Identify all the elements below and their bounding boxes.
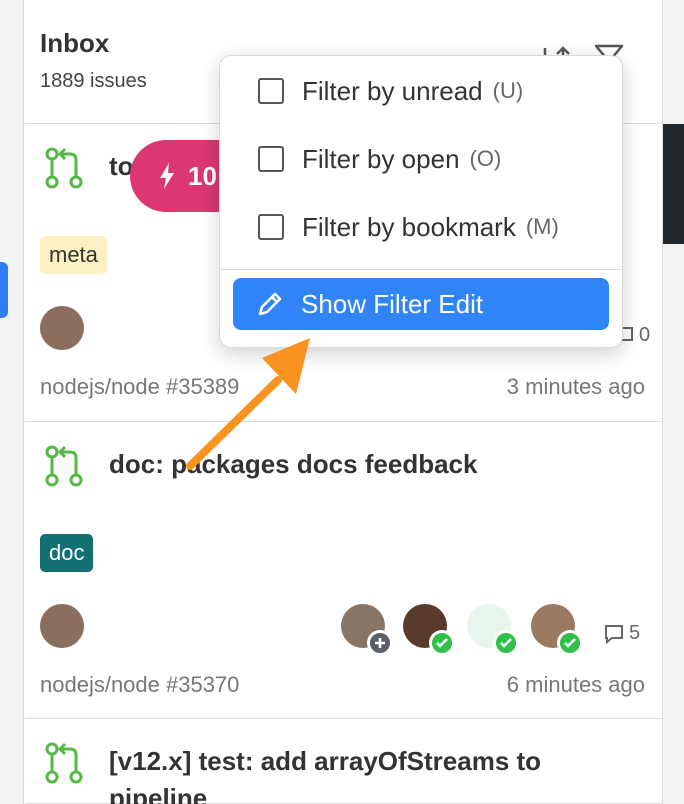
annotation-arrow	[186, 338, 310, 470]
